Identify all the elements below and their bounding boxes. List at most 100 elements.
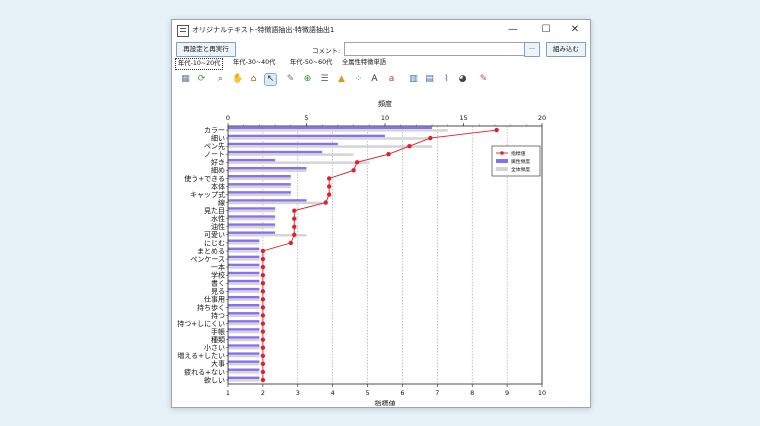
category-label: 見る: [211, 288, 225, 296]
tab-age-30-40[interactable]: 年代-30~40代: [233, 58, 275, 68]
total-frequency-bar: [228, 298, 260, 301]
category-label: 油性: [211, 222, 225, 231]
category-label: 学校: [211, 271, 225, 280]
column-chart-icon[interactable]: ▤: [424, 74, 435, 85]
bottom-tick-label: 2: [261, 389, 265, 397]
attribute-frequency-bar: [228, 263, 260, 267]
category-label: 疲れる+ない: [184, 367, 225, 376]
scatter-icon[interactable]: ⁘: [353, 74, 364, 85]
pie-icon[interactable]: ◕: [457, 74, 468, 85]
bottom-tick-label: 9: [505, 389, 509, 397]
more-button[interactable]: ···: [524, 42, 540, 57]
attribute-frequency-bar: [228, 287, 260, 291]
top-tick-label: 20: [538, 114, 546, 122]
top-tick-label: 10: [381, 114, 389, 122]
category-label: 欲しい: [204, 375, 225, 384]
attribute-frequency-bar: [228, 304, 260, 307]
attribute-frequency-bar: [228, 352, 260, 355]
category-label: 増える+したい: [177, 351, 225, 360]
close-button[interactable]: ✕: [560, 22, 590, 38]
attribute-frequency-bar: [228, 215, 276, 218]
total-frequency-bar: [228, 282, 260, 285]
category-label: まとめる: [197, 247, 225, 255]
total-frequency-bar: [228, 250, 260, 253]
embed-button[interactable]: 組み込む: [546, 42, 586, 57]
category-label: 小さい: [204, 343, 225, 352]
chat-icon[interactable]: ✎: [285, 74, 296, 85]
refresh-icon[interactable]: ⟳: [196, 74, 207, 85]
indicator-point: [260, 345, 266, 350]
column-label: コメント:: [312, 47, 341, 55]
tab-age-10-20[interactable]: 年代-10~20代: [175, 58, 224, 70]
legend-swatch-bar: [496, 159, 508, 163]
maximize-button[interactable]: ☐: [531, 22, 561, 38]
tab-age-50-60[interactable]: 年代-50~60代: [290, 58, 332, 68]
category-label: 細め: [211, 166, 225, 175]
total-frequency-bar: [228, 129, 448, 132]
category-label: 水性: [211, 214, 225, 223]
line-chart-icon[interactable]: ⌇: [441, 74, 452, 85]
category-label: ノート: [204, 151, 225, 159]
indicator-point: [260, 313, 266, 318]
indicator-point: [260, 361, 266, 367]
attribute-frequency-bar: [228, 376, 260, 380]
total-frequency-bar: [228, 371, 260, 374]
total-frequency-bar: [228, 225, 276, 229]
total-frequency-bar: [228, 322, 260, 326]
total-frequency-bar: [228, 354, 260, 358]
indicator-point: [292, 232, 297, 238]
category-label: 好き: [211, 158, 225, 167]
paint-icon[interactable]: ✎: [478, 74, 489, 85]
font-smaller-icon[interactable]: a: [386, 74, 397, 85]
total-frequency-bar: [228, 242, 260, 245]
zoom-icon[interactable]: ⌕: [215, 74, 226, 85]
total-frequency-bar: [228, 346, 260, 350]
indicator-point: [260, 353, 266, 358]
indicator-point: [260, 377, 266, 383]
bar-chart-icon[interactable]: ▥: [408, 74, 419, 85]
feature-word-window: オリジナルテキスト-特徴語抽出-特徴語抽出1 — ☐ ✕ 再設定と再実行 コメン…: [171, 19, 591, 408]
table-icon[interactable]: ▦: [180, 74, 191, 85]
indicator-point: [288, 240, 293, 246]
attribute-frequency-bar: [228, 223, 276, 226]
rerun-button[interactable]: 再設定と再実行: [176, 42, 236, 57]
list-icon[interactable]: ☰: [319, 74, 330, 85]
attribute-frequency-bar: [228, 271, 260, 275]
category-label: 種類: [211, 335, 225, 344]
column-input[interactable]: [344, 42, 526, 56]
add-icon[interactable]: ⊕: [302, 74, 313, 85]
hand-icon[interactable]: ✋: [232, 74, 243, 85]
app-icon: [177, 25, 189, 37]
total-frequency-bar: [228, 306, 260, 310]
total-frequency-bar: [228, 145, 433, 148]
attribute-frequency-bar: [228, 142, 338, 146]
attribute-frequency-bar: [228, 239, 260, 242]
total-frequency-bar: [228, 177, 291, 181]
font-bigger-icon[interactable]: A: [369, 74, 380, 85]
triangle-icon[interactable]: ▲: [336, 74, 347, 85]
indicator-point: [326, 176, 332, 181]
indicator-point: [323, 200, 328, 205]
bottom-tick-label: 10: [538, 389, 546, 397]
minimize-button[interactable]: —: [498, 22, 528, 38]
indicator-point: [260, 297, 266, 302]
bottom-tick-label: 5: [365, 389, 369, 397]
attribute-frequency-bar: [228, 134, 385, 138]
attribute-frequency-bar: [228, 166, 307, 170]
top-tick-label: 0: [226, 114, 230, 122]
category-label: 持つ+しにくい: [177, 319, 225, 328]
attribute-frequency-bar: [228, 312, 260, 315]
category-label: 線: [218, 198, 225, 207]
tab-all-attributes[interactable]: 全属性特徴単語: [342, 58, 386, 68]
category-label: 可愛い: [204, 230, 225, 239]
total-frequency-bar: [228, 161, 370, 164]
attribute-frequency-bar: [228, 328, 260, 331]
category-label: にじむ: [204, 239, 225, 247]
indicator-point: [386, 152, 391, 157]
legend: 指標値属性頻度全体頻度: [491, 145, 541, 177]
attribute-frequency-bar: [228, 191, 291, 194]
total-frequency-bar: [228, 193, 291, 197]
indicator-point: [260, 337, 266, 342]
pointer-icon[interactable]: ↖: [264, 73, 277, 86]
home-icon[interactable]: ⌂: [248, 74, 259, 85]
